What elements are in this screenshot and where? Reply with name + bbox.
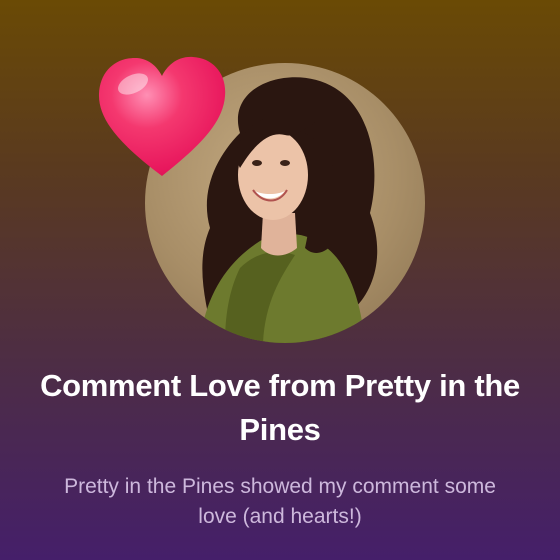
notification-title: Comment Love from Pretty in the Pines xyxy=(40,368,520,447)
notification-message: Pretty in the Pines showed my comment so… xyxy=(64,475,496,528)
notification-card[interactable]: Comment Love from Pretty in the Pines Pr… xyxy=(0,0,560,560)
heart-icon xyxy=(98,56,226,176)
